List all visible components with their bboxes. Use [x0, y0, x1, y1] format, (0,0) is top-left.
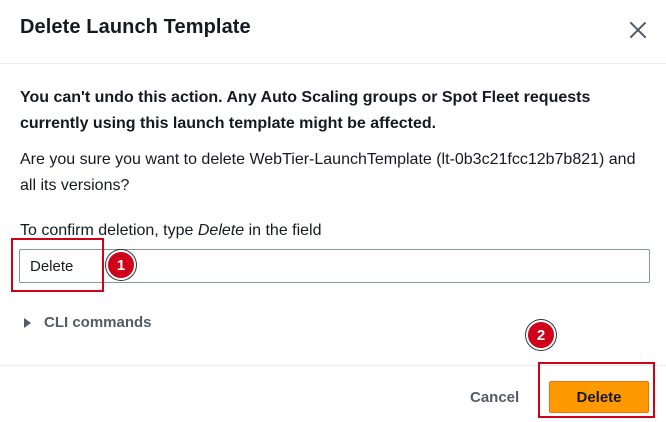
cli-commands-toggle[interactable]: CLI commands	[24, 314, 152, 331]
delete-launch-template-modal: Delete Launch Template You can't undo th…	[0, 0, 666, 422]
step1-badge: 1	[106, 250, 136, 280]
delete-button[interactable]: Delete	[549, 381, 649, 413]
close-icon	[630, 22, 646, 38]
cli-commands-label: CLI commands	[44, 314, 152, 331]
modal-footer: Cancel Delete	[0, 365, 666, 422]
confirm-label-suffix: in the field	[244, 222, 322, 239]
confirm-label: To confirm deletion, type Delete in the …	[20, 221, 322, 241]
step2-badge: 2	[526, 320, 556, 350]
cancel-button[interactable]: Cancel	[458, 381, 531, 413]
confirm-label-prefix: To confirm deletion, type	[20, 222, 198, 239]
modal-header: Delete Launch Template	[0, 0, 666, 64]
modal-title: Delete Launch Template	[20, 16, 251, 38]
caret-right-icon	[24, 317, 31, 328]
confirm-label-keyword: Delete	[197, 222, 245, 239]
confirmation-question: Are you sure you want to delete WebTier-…	[20, 151, 636, 194]
warning-text: You can't undo this action. Any Auto Sca…	[20, 89, 591, 132]
modal-body: You can't undo this action. Any Auto Sca…	[0, 65, 666, 365]
close-button[interactable]	[624, 16, 652, 44]
